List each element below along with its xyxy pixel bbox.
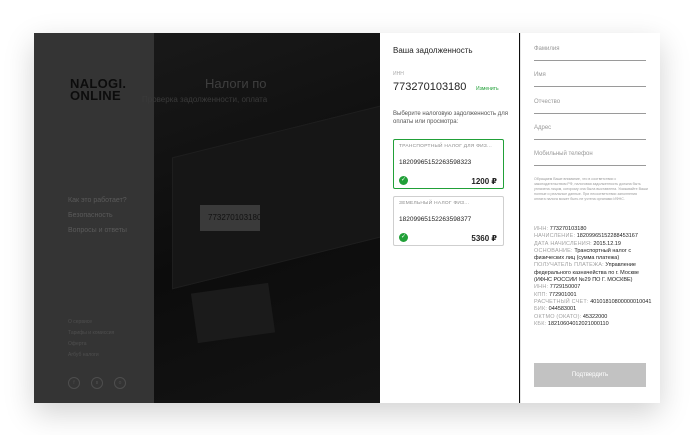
requisite-row: ИНН: 773270103180 (534, 226, 654, 233)
debt-card-amount: 5360 ₽ (471, 234, 497, 243)
name-field[interactable]: Имя (534, 72, 646, 87)
address-field[interactable]: Адрес (534, 125, 646, 140)
requisite-value: 45322000 (582, 313, 608, 320)
requisite-key: РАСЧЕТНЫЙ СЧЕТ: (534, 298, 589, 305)
hero-background (154, 33, 380, 403)
requisite-row: ОСНОВАНИЕ: Транспортный налог с физическ… (534, 248, 654, 263)
requisite-row: КПП: 772901001 (534, 292, 654, 299)
nav-item-faq[interactable]: Вопросы и ответы (68, 227, 127, 234)
odnoklassniki-icon[interactable]: о (114, 377, 126, 389)
logo-line-2: ONLINE (70, 88, 121, 103)
requisite-value: 044583001 (548, 306, 577, 313)
phone-field[interactable]: Мобильный телефон (534, 151, 646, 166)
hero-inn-input[interactable]: 773270103180 (200, 205, 260, 231)
requisite-row: ДАТА НАЧИСЛЕНИЯ: 2015.12.19 (534, 241, 654, 248)
laptop-image (172, 104, 380, 290)
debt-panel: Ваша задолженность ИНН 773270103180 Изме… (380, 33, 519, 403)
debt-card-title: ЗЕМЕЛЬНЫЙ НАЛОГ ФИЗ... (399, 201, 470, 206)
facebook-icon[interactable]: f (68, 377, 80, 389)
debt-card-id: 18209965152263598323 (399, 159, 472, 166)
requisite-key: ОКТМО (ОКАТО): (534, 313, 582, 320)
confirm-button[interactable]: Подтвердить (534, 363, 646, 387)
requisite-row: ОКТМО (ОКАТО): 45322000 (534, 314, 654, 321)
requisite-value: 773270103180 (549, 226, 587, 232)
footer-link-taxes[interactable]: Агбуб налоги (68, 352, 114, 358)
requisite-value: 18209965152288453167 (576, 233, 638, 240)
sidebar: NALOGI. ONLINE Как это работает? Безопас… (34, 33, 154, 403)
vk-icon[interactable]: в (91, 377, 103, 389)
debt-card-transport[interactable]: ТРАНСПОРТНЫЙ НАЛОГ ДЛЯ ФИЗ... 1820996515… (393, 139, 504, 189)
requisite-row: НАЧИСЛЕНИЕ: 18209965152288453167 (534, 233, 654, 240)
debt-card-id: 18209965152263598377 (399, 216, 472, 223)
requisite-key: КБК: (534, 320, 547, 327)
requisite-value: 772901001 (548, 291, 577, 298)
payment-requisites: ИНН: 773270103180 НАЧИСЛЕНИЕ: 1820996515… (534, 226, 654, 328)
legal-note: Обращаем Ваше внимание, что в соответств… (534, 177, 648, 201)
logo[interactable]: NALOGI. ONLINE (64, 77, 126, 103)
requisite-value: 7729150007 (549, 284, 581, 291)
requisite-row: БИК: 044583001 (534, 306, 654, 313)
main-nav: Как это работает? Безопасность Вопросы и… (68, 197, 127, 242)
nav-item-how-it-works[interactable]: Как это работает? (68, 197, 127, 204)
debt-card-title: ТРАНСПОРТНЫЙ НАЛОГ ДЛЯ ФИЗ... (399, 144, 492, 149)
inn-label: ИНН (393, 71, 404, 77)
nav-item-security[interactable]: Безопасность (68, 212, 127, 219)
requisite-key: НАЧИСЛЕНИЕ: (534, 233, 576, 240)
requisite-value: 18210604012021000110 (547, 320, 609, 327)
social-links: f в о (68, 377, 126, 389)
checkmark-icon[interactable]: ✓ (399, 176, 408, 185)
requisite-row: РАСЧЕТНЫЙ СЧЕТ: 40101810800000010041 (534, 299, 654, 306)
footer-links: О сервисе Тарифы и комиссия Оферта Агбуб… (68, 319, 114, 363)
requisite-row: ИНН: 7729150007 (534, 284, 654, 291)
choose-debt-text: Выберите налоговую задолженность для опл… (393, 111, 508, 125)
footer-link-offer[interactable]: Оферта (68, 341, 114, 347)
phone-image (190, 282, 276, 344)
footer-link-about[interactable]: О сервисе (68, 319, 114, 325)
requisite-key: ПОЛУЧАТЕЛЬ ПЛАТЕЖА: (534, 262, 604, 269)
requisite-row: КБК: 18210604012021000110 (534, 321, 654, 328)
requisite-key: ДАТА НАЧИСЛЕНИЯ: (534, 240, 592, 247)
debt-card-land[interactable]: ЗЕМЕЛЬНЫЙ НАЛОГ ФИЗ... 18209965152263598… (393, 196, 504, 246)
requisite-value: 40101810800000010041 (590, 298, 652, 305)
requisite-key: ОСНОВАНИЕ: (534, 247, 573, 254)
debt-card-amount: 1200 ₽ (471, 177, 497, 186)
requisite-key: ИНН: (534, 226, 549, 232)
hero-title: Налоги по (205, 76, 267, 91)
footer-link-tariffs[interactable]: Тарифы и комиссия (68, 330, 114, 336)
requisite-value: 2015.12.19 (593, 240, 621, 247)
requisite-key: ИНН: (534, 284, 549, 291)
requisite-key: КПП: (534, 291, 548, 298)
requisite-key: БИК: (534, 306, 548, 313)
inn-value: 773270103180 (393, 81, 467, 93)
payer-form: Фамилия Имя Отчество Адрес Мобильный тел… (520, 33, 660, 403)
hero-subtitle: Проверка задолженности, оплата (142, 95, 268, 104)
patronymic-field[interactable]: Отчество (534, 99, 646, 114)
requisite-row: ПОЛУЧАТЕЛЬ ПЛАТЕЖА: Управление федеральн… (534, 262, 654, 284)
debt-title: Ваша задолженность (393, 46, 473, 55)
app-window: NALOGI. ONLINE Как это работает? Безопас… (34, 33, 660, 403)
checkmark-icon[interactable]: ✓ (399, 233, 408, 242)
surname-field[interactable]: Фамилия (534, 46, 646, 61)
change-inn-link[interactable]: Изменить (476, 86, 499, 92)
